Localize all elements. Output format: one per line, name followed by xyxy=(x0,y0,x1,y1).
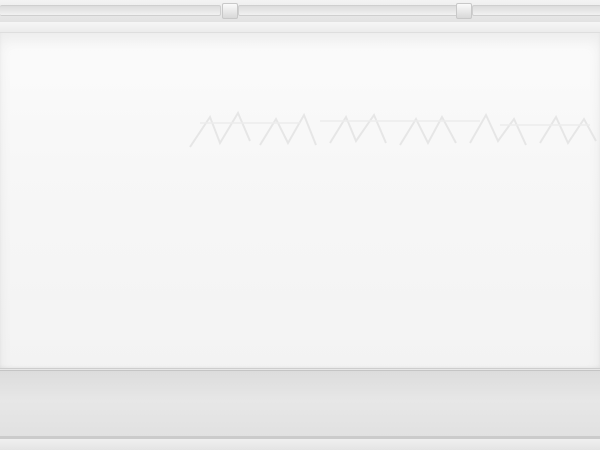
grille-clip xyxy=(222,3,238,19)
front-panel xyxy=(0,33,600,369)
panel-top-lip xyxy=(0,22,600,33)
panel-seam xyxy=(0,368,600,369)
panel-reflection xyxy=(189,110,597,148)
grille-slot xyxy=(238,5,458,16)
grille-slot xyxy=(472,5,600,16)
air-conditioner-unit xyxy=(0,0,600,450)
unit-base xyxy=(0,439,600,450)
air-outlet-louver xyxy=(0,370,600,437)
top-intake-grille xyxy=(0,0,600,23)
grille-slot xyxy=(0,5,221,16)
grille-clip xyxy=(456,3,472,19)
